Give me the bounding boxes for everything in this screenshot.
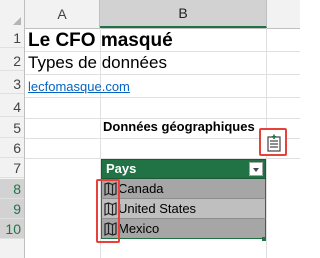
cell-a2-subtitle[interactable]: Types de données	[28, 53, 167, 73]
row-header-9[interactable]: 9	[0, 199, 24, 219]
row-header-3[interactable]: 3	[0, 74, 24, 94]
row-header-4[interactable]: 4	[0, 97, 24, 117]
column-header-b[interactable]: B	[100, 0, 267, 28]
row-header-5[interactable]: 5	[0, 118, 24, 138]
map-icons-highlight	[96, 179, 120, 243]
gridline	[25, 74, 300, 75]
table-header-label: Pays	[106, 161, 137, 176]
list-item: Canada	[118, 181, 164, 196]
table-resize-handle[interactable]	[262, 237, 266, 241]
cell-a1-title[interactable]: Le CFO masqué	[28, 30, 173, 52]
column-header-a[interactable]: A	[25, 0, 100, 28]
list-item: United States	[118, 201, 197, 216]
insert-data-icon[interactable]	[259, 128, 287, 156]
column-header-bar: A B	[0, 0, 300, 29]
table-row[interactable]: Canada	[101, 179, 266, 199]
row-header-2[interactable]: 2	[0, 51, 24, 71]
row-header-bar: 1 2 3 4 5 6 7 8 9 10	[0, 28, 25, 258]
chevron-down-icon[interactable]	[249, 162, 263, 176]
row-header-8[interactable]: 8	[0, 179, 24, 199]
row-header-6[interactable]: 6	[0, 138, 24, 158]
cell-a3-link[interactable]: lecfomasque.com	[28, 79, 130, 94]
table-row[interactable]: United States	[101, 199, 266, 219]
table-header-pays[interactable]: Pays	[101, 159, 266, 179]
cell-b5-label[interactable]: Données géographiques	[103, 119, 255, 134]
row-header-7[interactable]: 7	[0, 158, 24, 178]
table-row[interactable]: Mexico	[101, 219, 266, 239]
spreadsheet: A B 1 2 3 4 5 6 7 8 9 10 Le CFO masqué T…	[0, 0, 300, 258]
row-header-10[interactable]: 10	[0, 219, 24, 239]
list-item: Mexico	[118, 221, 160, 236]
gridline	[25, 97, 300, 98]
row-header-1[interactable]: 1	[0, 28, 24, 48]
select-all-corner[interactable]	[0, 0, 25, 28]
